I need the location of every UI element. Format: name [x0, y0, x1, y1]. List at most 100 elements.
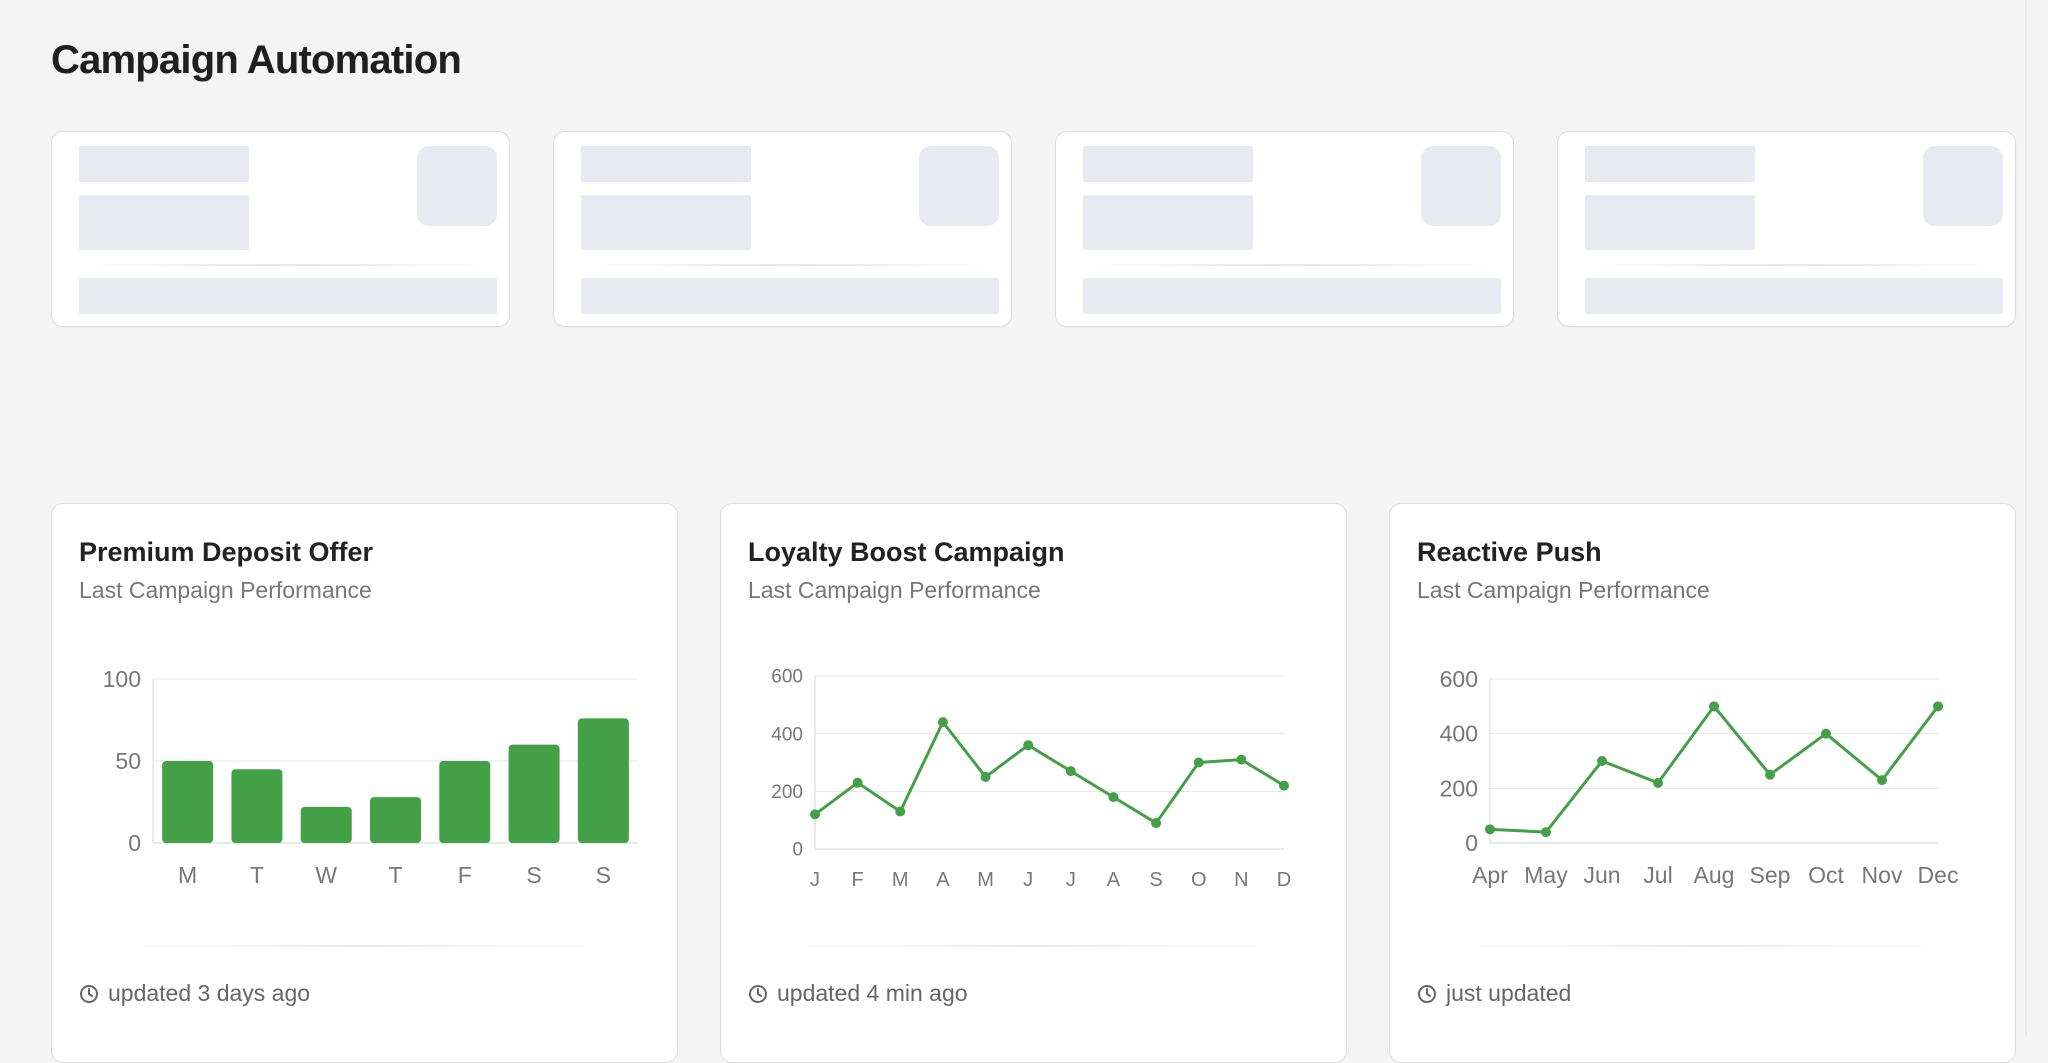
y-tick-label: 0 [792, 840, 803, 861]
x-tick-label: T [250, 862, 264, 888]
page-title: Campaign Automation [51, 38, 462, 82]
campaign-card-premium-deposit[interactable]: Premium Deposit Offer Last Campaign Perf… [51, 503, 678, 1063]
updated-text: updated 3 days ago [108, 980, 311, 1006]
stat-card-skeleton [51, 131, 510, 327]
updated-text: updated 4 min ago [777, 980, 968, 1006]
data-point [1108, 792, 1119, 803]
skeleton-label [1585, 146, 1755, 182]
x-tick-label: A [1107, 869, 1121, 891]
performance-chart: 0 200 400 600 Apr May Jun Jul Aug Sep Oct Nov Dec [1440, 666, 1959, 888]
performance-chart: 0 50 100 M T W T F S S [103, 666, 638, 888]
x-tick-label: Sep [1750, 862, 1791, 888]
y-tick-label: 600 [771, 667, 803, 688]
y-tick-label: 50 [115, 748, 141, 774]
skeleton-footer [1585, 278, 2003, 314]
bar [370, 797, 421, 843]
data-point [1709, 701, 1719, 712]
card-divider [79, 264, 497, 266]
x-tick-label: Oct [1808, 862, 1844, 888]
x-tick-label: May [1524, 862, 1568, 888]
data-point [1151, 818, 1162, 829]
bar [231, 769, 283, 843]
x-tick-label: O [1191, 869, 1207, 891]
x-tick-label: T [388, 862, 402, 888]
bar [577, 718, 629, 843]
x-tick-label: S [1149, 869, 1162, 891]
updated-status: updated 3 days ago [79, 980, 310, 1007]
performance-chart: 0 200 400 600 J F M A M J J A S O N D [771, 667, 1291, 891]
card-divider [1083, 264, 1501, 266]
card-divider [1585, 264, 2003, 266]
stat-card-skeleton [553, 131, 1012, 327]
skeleton-icon [1923, 146, 2003, 226]
data-point [1877, 775, 1887, 786]
x-tick-label: S [596, 862, 611, 888]
campaign-title: Premium Deposit Offer [79, 537, 374, 567]
card-divider [119, 945, 609, 947]
card-divider [788, 945, 1278, 947]
x-tick-label: Dec [1918, 862, 1959, 888]
x-tick-label: M [892, 869, 909, 891]
data-point [1485, 824, 1495, 835]
skeleton-value [1083, 195, 1253, 250]
x-tick-label: F [852, 869, 864, 891]
skeleton-value [1585, 195, 1755, 250]
card-divider [1457, 945, 1947, 947]
campaign-subtitle: Last Campaign Performance [1417, 577, 1710, 603]
card-divider [581, 264, 999, 266]
skeleton-icon [1421, 146, 1501, 226]
skeleton-footer [79, 278, 497, 314]
updated-status: updated 4 min ago [748, 980, 968, 1007]
data-point [852, 777, 863, 788]
skeleton-footer [1083, 278, 1501, 314]
skeleton-value [79, 195, 249, 250]
data-point [980, 771, 991, 782]
clock-icon [1418, 984, 1436, 1003]
data-point [1597, 756, 1607, 766]
stat-card-skeleton [1055, 131, 1514, 327]
x-tick-label: F [458, 862, 472, 888]
campaign-title: Loyalty Boost Campaign [748, 537, 1065, 567]
data-point [810, 809, 820, 820]
y-tick-label: 0 [128, 830, 141, 856]
x-tick-label: Nov [1862, 862, 1903, 888]
data-point [1765, 769, 1775, 780]
clock-icon [80, 984, 98, 1003]
y-tick-label: 600 [1440, 666, 1478, 692]
x-tick-label: N [1234, 869, 1248, 891]
updated-status: just updated [1417, 980, 1571, 1007]
series-line [814, 720, 1285, 825]
data-point [1653, 777, 1663, 788]
skeleton-icon [417, 146, 497, 226]
x-tick-label: W [315, 862, 337, 888]
skeleton-label [1083, 146, 1253, 182]
x-tick-label: Apr [1472, 862, 1508, 888]
x-tick-label: J [1023, 869, 1033, 891]
data-point [1541, 827, 1551, 838]
data-point [1821, 728, 1831, 739]
campaign-title: Reactive Push [1417, 537, 1602, 567]
data-point [1279, 780, 1289, 791]
y-tick-label: 0 [1465, 830, 1478, 856]
bar [439, 761, 491, 843]
skeleton-label [79, 146, 249, 182]
skeleton-footer [581, 278, 999, 314]
x-tick-label: S [526, 862, 541, 888]
campaign-card-reactive-push[interactable]: Reactive Push Last Campaign Performance … [1389, 503, 2016, 1063]
y-tick-label: 200 [1440, 775, 1478, 801]
y-tick-label: 200 [771, 782, 803, 803]
x-tick-label: J [810, 869, 820, 891]
data-point [1933, 701, 1943, 712]
bar [508, 744, 560, 843]
campaign-subtitle: Last Campaign Performance [748, 577, 1041, 603]
scrollbar-track[interactable] [2025, 0, 2027, 1035]
x-tick-label: M [178, 862, 197, 888]
data-point [1236, 754, 1247, 765]
x-tick-label: Jul [1643, 862, 1672, 888]
bar [300, 806, 352, 843]
x-tick-label: Jun [1583, 862, 1620, 888]
campaign-card-loyalty-boost[interactable]: Loyalty Boost Campaign Last Campaign Per… [720, 503, 1347, 1063]
y-tick-label: 400 [771, 724, 803, 745]
x-tick-label: M [977, 869, 994, 891]
x-tick-label: A [936, 869, 950, 891]
